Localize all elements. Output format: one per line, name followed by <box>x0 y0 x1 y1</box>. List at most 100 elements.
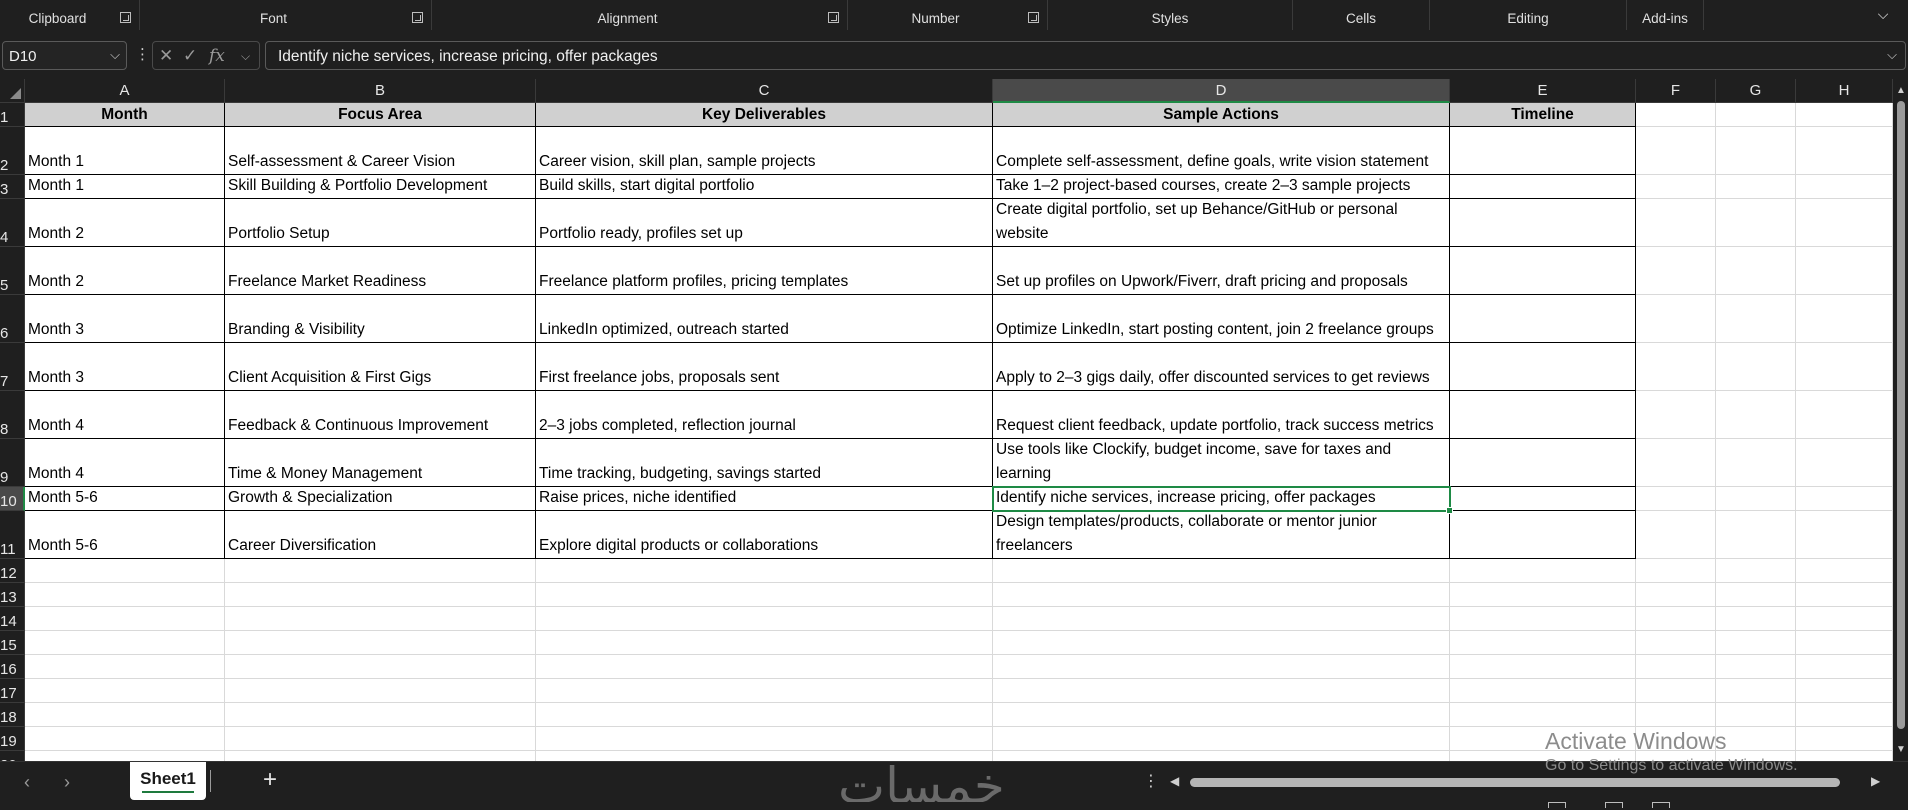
grid-cell[interactable]: Portfolio ready, profiles set up <box>536 199 993 247</box>
grid-cell[interactable] <box>1716 607 1796 631</box>
grid-cell[interactable]: Time & Money Management <box>225 439 536 487</box>
column-title-cell[interactable]: Key Deliverables <box>536 103 993 127</box>
row-header-2[interactable]: 2 <box>0 127 25 175</box>
grid-cell[interactable]: Career vision, skill plan, sample projec… <box>536 127 993 175</box>
grid-cell[interactable]: Explore digital products or collaboratio… <box>536 511 993 559</box>
grid-cell[interactable]: Raise prices, niche identified <box>536 487 993 511</box>
grid-cell[interactable] <box>1796 727 1893 751</box>
grid-cell[interactable] <box>993 727 1450 751</box>
grid-cell[interactable] <box>225 559 536 583</box>
grid-cell[interactable] <box>993 751 1450 761</box>
grid-cell[interactable] <box>225 751 536 761</box>
grid-cell[interactable] <box>1636 727 1716 751</box>
row-header-11[interactable]: 11 <box>0 511 25 559</box>
dialog-launcher-icon[interactable] <box>828 12 839 23</box>
row-header-5[interactable]: 5 <box>0 247 25 295</box>
grid-cell[interactable]: Career Diversification <box>225 511 536 559</box>
insert-function-icon[interactable]: fx <box>209 46 225 66</box>
grid-cell[interactable] <box>225 679 536 703</box>
column-header-f[interactable]: F <box>1636 79 1716 103</box>
grid-cell[interactable] <box>993 703 1450 727</box>
grid-cell[interactable]: Month 3 <box>25 295 225 343</box>
grid-cell[interactable]: Freelance platform profiles, pricing tem… <box>536 247 993 295</box>
sheet-tab-sheet1[interactable]: Sheet1 <box>130 762 206 800</box>
page-layout-icon[interactable] <box>1605 802 1623 808</box>
grid-cell[interactable] <box>1796 703 1893 727</box>
row-header-13[interactable]: 13 <box>0 583 25 607</box>
grid-cell[interactable] <box>1636 391 1716 439</box>
chevron-down-icon[interactable]: ⌵ <box>241 49 250 64</box>
grid-cell[interactable] <box>1450 247 1636 295</box>
grid-cell[interactable]: Set up profiles on Upwork/Fiverr, draft … <box>993 247 1450 295</box>
row-header-12[interactable]: 12 <box>0 559 25 583</box>
grid-cell[interactable] <box>1796 343 1893 391</box>
cancel-icon[interactable]: ✕ <box>159 46 173 66</box>
grid-cell[interactable] <box>993 679 1450 703</box>
row-header-7[interactable]: 7 <box>0 343 25 391</box>
grid-cell[interactable] <box>1716 295 1796 343</box>
chevron-down-icon[interactable]: ⌵ <box>1874 6 1892 23</box>
expand-formula-bar-icon[interactable]: ⌵ <box>1887 47 1897 63</box>
grid-cell[interactable] <box>1450 175 1636 199</box>
grid-cell[interactable] <box>1796 391 1893 439</box>
grid-cell[interactable] <box>1636 511 1716 559</box>
grid-cell[interactable] <box>1716 487 1796 511</box>
row-header-19[interactable]: 19 <box>0 727 25 751</box>
grid-cell[interactable] <box>1636 703 1716 727</box>
row-header-15[interactable]: 15 <box>0 631 25 655</box>
prev-sheet-icon[interactable]: ‹ <box>20 772 34 793</box>
grid-cell[interactable]: Month 5-6 <box>25 487 225 511</box>
grid-cell[interactable] <box>25 559 225 583</box>
grid-cell[interactable]: Request client feedback, update portfoli… <box>993 391 1450 439</box>
column-title-cell[interactable]: Timeline <box>1450 103 1636 127</box>
grid-cell[interactable] <box>1636 631 1716 655</box>
column-header-b[interactable]: B <box>225 79 536 103</box>
grid-cell[interactable] <box>1716 175 1796 199</box>
grid-cell[interactable] <box>1450 631 1636 655</box>
grid-cell[interactable]: Feedback & Continuous Improvement <box>225 391 536 439</box>
grid-cell[interactable] <box>1716 679 1796 703</box>
grid-cell[interactable] <box>1716 103 1796 127</box>
grid-cell[interactable] <box>1636 127 1716 175</box>
grid-cell[interactable] <box>1716 439 1796 487</box>
vertical-scrollbar[interactable]: ▲ ▼ <box>1893 79 1908 761</box>
row-header-16[interactable]: 16 <box>0 655 25 679</box>
grid-cell[interactable] <box>1796 295 1893 343</box>
grid-cell[interactable] <box>1450 703 1636 727</box>
grid-cell[interactable] <box>25 703 225 727</box>
grid-cell[interactable] <box>1636 175 1716 199</box>
grid-cell[interactable] <box>1636 295 1716 343</box>
dialog-launcher-icon[interactable] <box>412 12 423 23</box>
grid-cell[interactable] <box>536 631 993 655</box>
fill-handle[interactable] <box>1446 507 1453 514</box>
grid-cell[interactable] <box>1716 727 1796 751</box>
row-header-3[interactable]: 3 <box>0 175 25 199</box>
grid-cell[interactable] <box>225 583 536 607</box>
grid-cell[interactable] <box>1796 751 1893 761</box>
grid-cell[interactable] <box>993 583 1450 607</box>
grid-cell[interactable] <box>1450 295 1636 343</box>
grid-cell[interactable] <box>1450 439 1636 487</box>
grid-cell[interactable] <box>536 679 993 703</box>
grid-cell[interactable]: Build skills, start digital portfolio <box>536 175 993 199</box>
grid-cell[interactable] <box>1450 343 1636 391</box>
grid-cell[interactable] <box>536 727 993 751</box>
grid-cell[interactable] <box>1636 679 1716 703</box>
more-options-icon[interactable]: ⋮ <box>135 45 150 63</box>
grid-cell[interactable]: Complete self-assessment, define goals, … <box>993 127 1450 175</box>
grid-cell[interactable]: Self-assessment & Career Vision <box>225 127 536 175</box>
grid-cell[interactable] <box>225 727 536 751</box>
grid-cell[interactable] <box>1450 511 1636 559</box>
grid-cell[interactable]: Month 1 <box>25 175 225 199</box>
next-sheet-icon[interactable]: › <box>60 772 74 793</box>
grid-cell[interactable] <box>1796 127 1893 175</box>
grid-cell[interactable] <box>1796 511 1893 559</box>
grid-cell[interactable] <box>536 607 993 631</box>
grid-cell[interactable] <box>1636 199 1716 247</box>
grid-cell[interactable] <box>1796 175 1893 199</box>
grid-cell[interactable] <box>1716 751 1796 761</box>
grid-cell[interactable] <box>1636 583 1716 607</box>
normal-view-icon[interactable] <box>1548 802 1566 808</box>
grid-cell[interactable] <box>1636 655 1716 679</box>
scroll-up-icon[interactable]: ▲ <box>1896 85 1906 96</box>
